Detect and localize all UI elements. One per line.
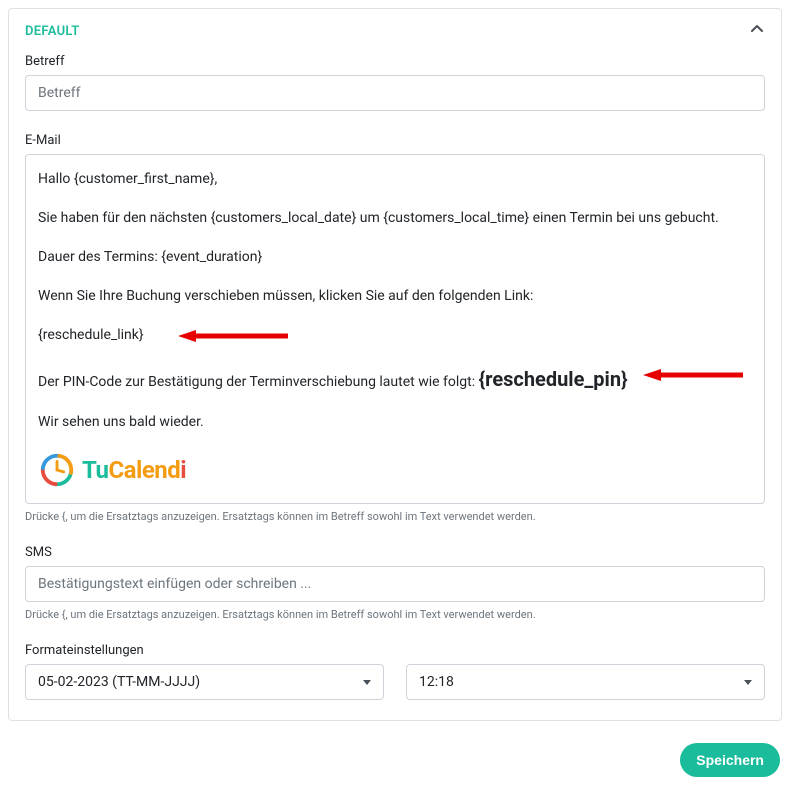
default-panel: DEFAULT Betreff E-Mail Hallo {customer_f… xyxy=(8,8,782,721)
format-label: Formateinstellungen xyxy=(25,643,765,658)
email-line-2: Sie haben für den nächsten {customers_lo… xyxy=(38,208,752,229)
time-format-select[interactable]: 12:18 xyxy=(406,664,765,700)
subject-label: Betreff xyxy=(25,54,765,69)
panel-body: Betreff E-Mail Hallo {customer_first_nam… xyxy=(9,54,781,720)
email-line-7: Wir sehen uns bald wieder. xyxy=(38,412,752,433)
email-line-1: Hallo {customer_first_name}, xyxy=(38,169,752,190)
sms-field: SMS Drücke {, um die Ersatztags anzuzeig… xyxy=(25,545,765,621)
email-line-6a: Der PIN-Code zur Bestätigung der Terminv… xyxy=(38,374,479,390)
chevron-up-icon xyxy=(749,21,765,42)
panel-header[interactable]: DEFAULT xyxy=(9,9,781,54)
sms-label: SMS xyxy=(25,545,765,560)
email-line-5: {reschedule_link} xyxy=(38,327,144,343)
time-format-value: 12:18 xyxy=(419,674,454,690)
tucalendi-logo-mark-icon xyxy=(38,451,76,489)
save-row: Speichern xyxy=(8,743,782,777)
email-line-6-wrap: Der PIN-Code zur Bestätigung der Terminv… xyxy=(38,364,752,394)
tucalendi-logo: TuCalendi xyxy=(38,451,752,489)
subject-field: Betreff xyxy=(25,54,765,111)
email-line-5-wrap: {reschedule_link} xyxy=(38,325,752,346)
arrow-annotation-2-icon xyxy=(643,368,743,382)
caret-down-icon xyxy=(744,680,752,685)
arrow-annotation-1-icon xyxy=(178,329,288,343)
sms-input[interactable] xyxy=(25,566,765,602)
date-format-select[interactable]: 05-02-2023 (TT-MM-JJJJ) xyxy=(25,664,384,700)
email-label: E-Mail xyxy=(25,133,765,148)
sms-helper-text: Drücke {, um die Ersatztags anzuzeigen. … xyxy=(25,608,765,621)
format-settings: Formateinstellungen 05-02-2023 (TT-MM-JJ… xyxy=(25,643,765,700)
caret-down-icon xyxy=(363,680,371,685)
date-format-value: 05-02-2023 (TT-MM-JJJJ) xyxy=(38,674,200,690)
subject-input[interactable] xyxy=(25,75,765,111)
reschedule-pin-token: {reschedule_pin} xyxy=(479,367,628,391)
panel-title: DEFAULT xyxy=(25,24,80,39)
email-body-editor[interactable]: Hallo {customer_first_name}, Sie haben f… xyxy=(25,154,765,504)
email-line-4: Wenn Sie Ihre Buchung verschieben müssen… xyxy=(38,286,752,307)
email-helper-text: Drücke {, um die Ersatztags anzuzeigen. … xyxy=(25,510,765,523)
tucalendi-logo-text: TuCalendi xyxy=(82,452,186,488)
save-button[interactable]: Speichern xyxy=(680,743,780,777)
email-line-3: Dauer des Termins: {event_duration} xyxy=(38,247,752,268)
email-field: E-Mail Hallo {customer_first_name}, Sie … xyxy=(25,133,765,523)
